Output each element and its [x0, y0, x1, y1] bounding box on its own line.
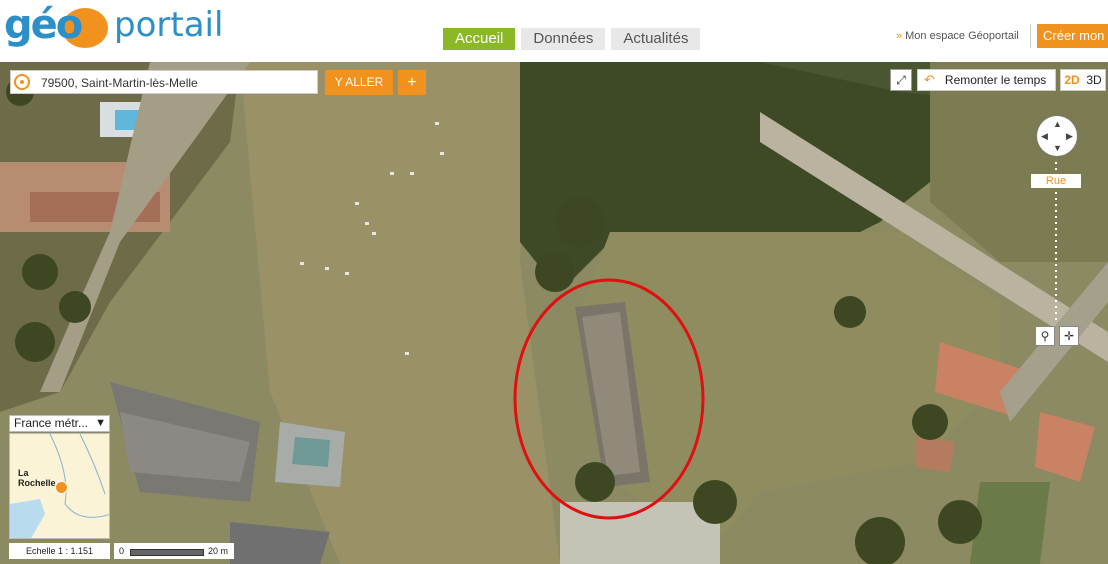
zoom-level-label[interactable]: Rue — [1031, 174, 1081, 188]
pan-control[interactable]: ▲ ▼ ◀ ▶ — [1037, 116, 1077, 156]
search-bar — [10, 70, 318, 94]
scale-start-label: 0 — [119, 546, 125, 556]
region-select-value: France métr... — [14, 416, 89, 430]
time-travel-button[interactable]: ↶ Remonter le temps — [917, 69, 1056, 91]
fullscreen-icon[interactable]: ⤢ — [890, 69, 912, 91]
logo-portail-text: portail — [114, 5, 224, 45]
map-view[interactable]: Y ALLER + ⤢ ↶ Remonter le temps 2D 3D ▲ ▼… — [0, 62, 1108, 564]
header-divider — [1030, 24, 1031, 48]
main-nav: Accueil Données Actualités — [443, 28, 701, 50]
aerial-imagery — [0, 62, 1108, 564]
mode-3d-button[interactable]: 3D — [1086, 70, 1101, 90]
center-position-icon[interactable]: ✛ — [1059, 326, 1079, 346]
pan-left-icon[interactable]: ◀ — [1041, 132, 1048, 141]
zoom-magnifier-icon[interactable]: ⚲ — [1035, 326, 1055, 346]
logo-geo-text: géo — [4, 2, 83, 48]
pan-up-icon[interactable]: ▲ — [1053, 120, 1062, 129]
more-options-button[interactable]: + — [398, 70, 426, 95]
undo-arrow-icon: ↶ — [924, 72, 935, 87]
scale-ratio-label: Echelle 1 : — [25, 546, 68, 556]
locate-icon[interactable] — [14, 74, 30, 90]
my-space-label: Mon espace Géoportail — [905, 30, 1019, 42]
scale-ratio: Echelle 1 : 1.151 — [9, 543, 110, 559]
scale-end-label: 20 m — [208, 546, 229, 556]
region-select[interactable]: France métr... ▼ — [9, 415, 110, 432]
location-marker-icon — [55, 481, 68, 494]
mode-2d-button[interactable]: 2D — [1064, 70, 1079, 90]
view-mode-toggle: 2D 3D — [1060, 69, 1106, 91]
nav-tab-donnees[interactable]: Données — [521, 28, 606, 50]
pan-right-icon[interactable]: ▶ — [1066, 132, 1073, 141]
geoportail-logo[interactable]: géo portail — [4, 2, 234, 52]
search-input[interactable] — [39, 73, 313, 93]
header: géo portail Accueil Données Actualités »… — [0, 0, 1108, 62]
nav-tab-accueil[interactable]: Accueil — [443, 28, 516, 50]
scale-bar: 0 20 m — [114, 543, 234, 559]
nav-tab-actualites[interactable]: Actualités — [611, 28, 701, 50]
overview-minimap[interactable]: La Rochelle — [9, 433, 110, 539]
go-button[interactable]: Y ALLER — [325, 70, 393, 95]
time-travel-label: Remonter le temps — [944, 73, 1047, 87]
scale-bar-graphic — [130, 549, 204, 556]
scale-ratio-value: 1.151 — [70, 546, 94, 556]
my-space-link[interactable]: » Mon espace Géoportail — [896, 30, 1019, 42]
minimap-city-label: La Rochelle — [18, 468, 56, 488]
pan-down-icon[interactable]: ▼ — [1053, 144, 1062, 153]
create-account-button[interactable]: Créer mon c — [1037, 24, 1108, 48]
chevron-right-icon: » — [896, 30, 903, 42]
caret-down-icon: ▼ — [95, 417, 106, 429]
